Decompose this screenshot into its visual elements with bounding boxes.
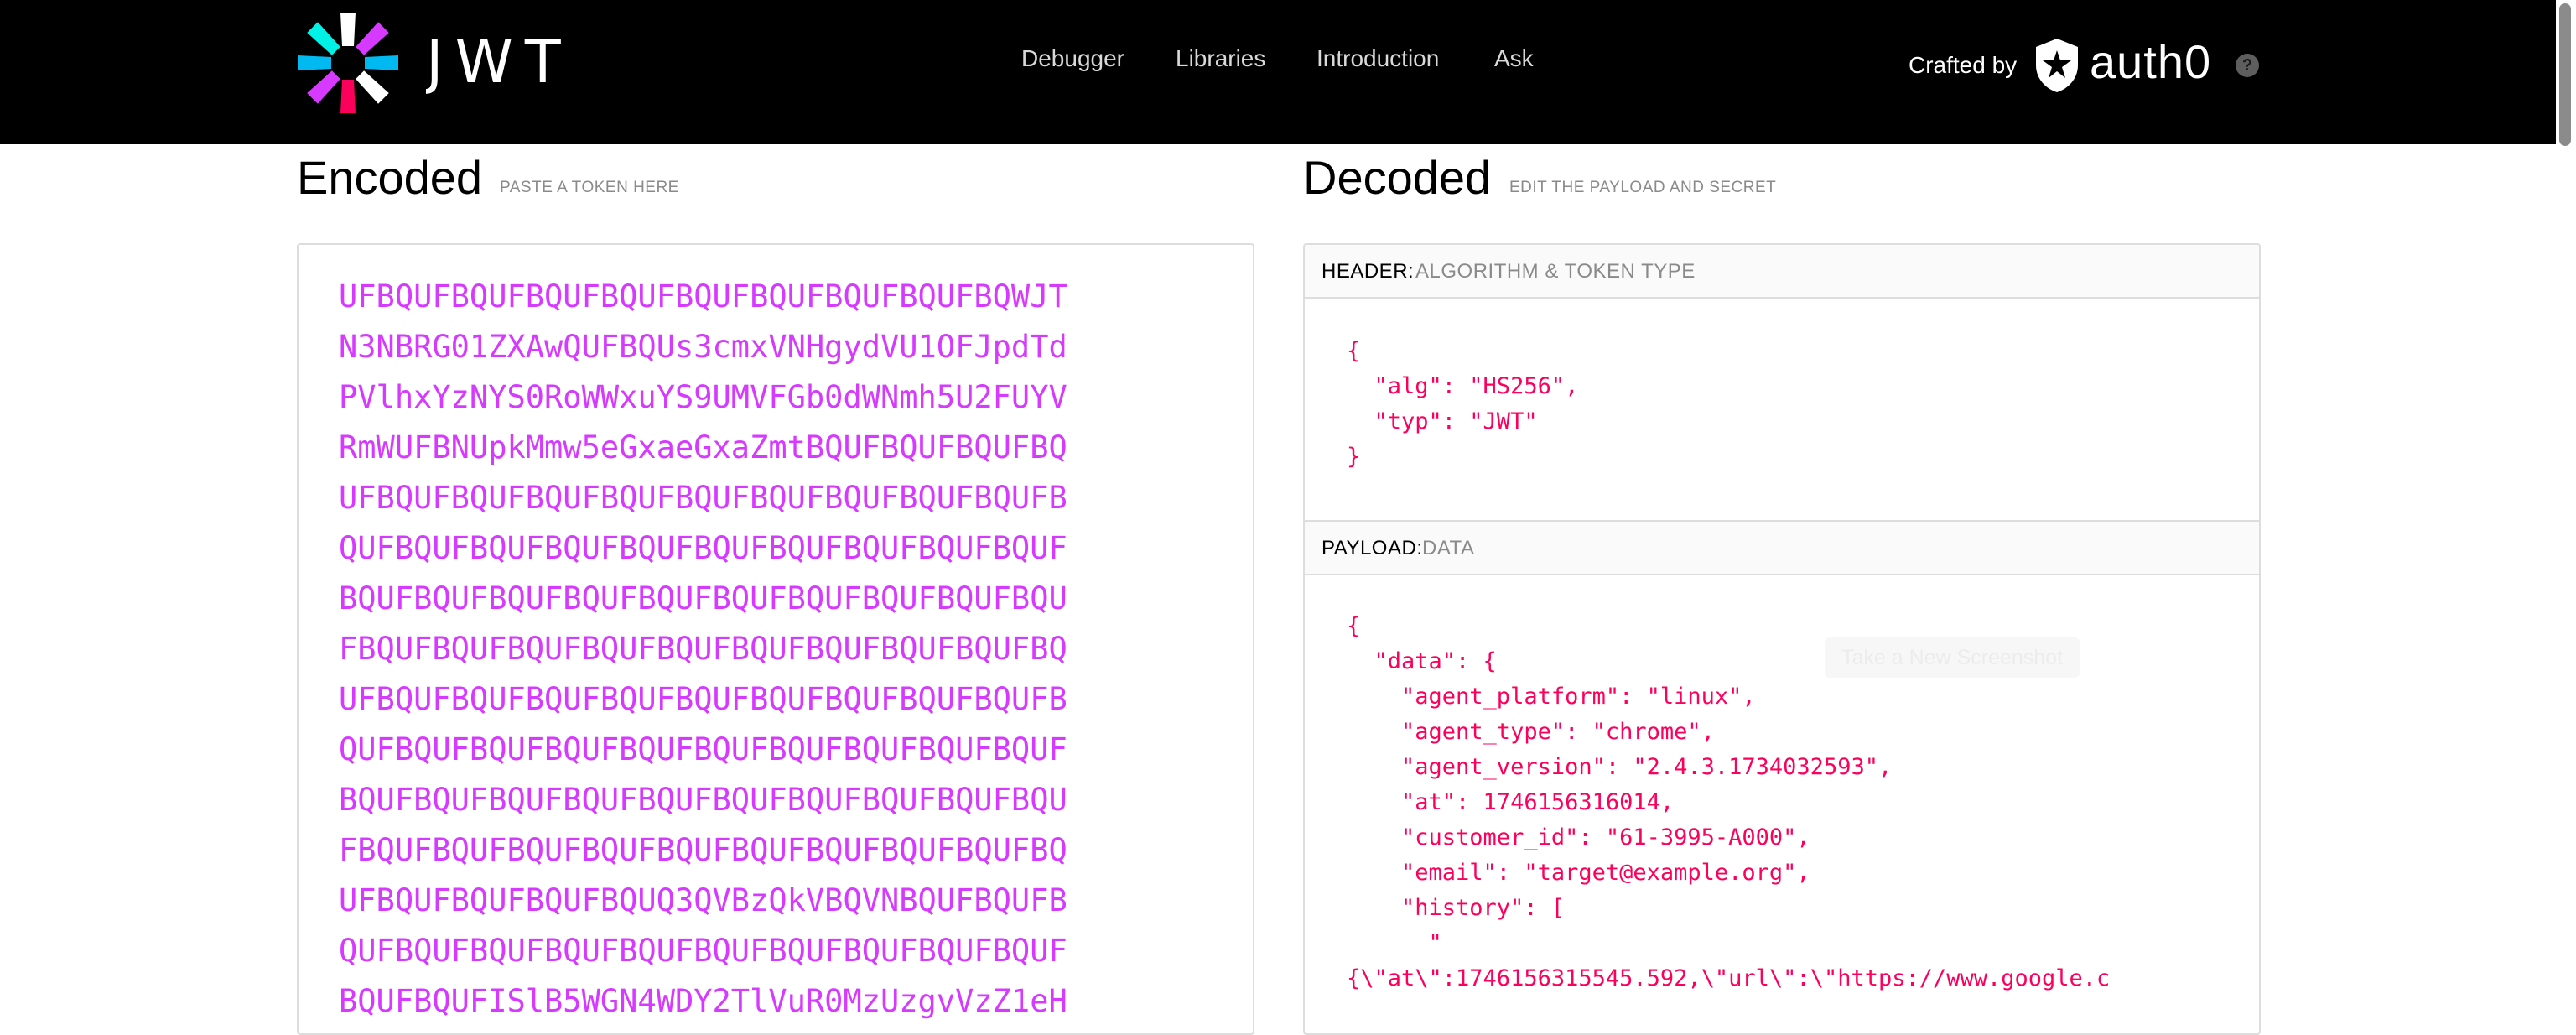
nav-introduction-link[interactable]: Introduction: [1317, 42, 1439, 75]
decoded-subtitle: EDIT THE PAYLOAD AND SECRET: [1509, 179, 1777, 196]
decoded-panel: HEADER: ALGORITHM & TOKEN TYPE { "alg": …: [1303, 243, 2261, 1035]
nav-libraries-link[interactable]: Libraries: [1176, 42, 1265, 75]
payload-description: DATA: [1422, 537, 1475, 559]
encoded-title: Encoded: [297, 151, 483, 204]
token-line: BQUFBQUFISlB5WGN4WDY2TlVuR0MzUzgvVzZ1eH: [339, 983, 1067, 1019]
header-description: ALGORITHM & TOKEN TYPE: [1415, 260, 1696, 283]
payload-json-line: "agent_type": "chrome",: [1347, 719, 1715, 745]
header-json-line: {: [1347, 338, 1361, 364]
payload-json-line: "agent_version": "2.4.3.1734032593",: [1347, 754, 1893, 780]
token-line: PVlhxYzNYS0RoWWxuYS9UMVFGb0dWNmh5U2FUYV: [339, 379, 1067, 415]
auth0-shield-icon[interactable]: [2033, 37, 2081, 94]
take-screenshot-tooltip[interactable]: Take a New Screenshot: [1825, 637, 2080, 678]
header-json-editor[interactable]: { "alg": "HS256", "typ": "JWT" }: [1305, 299, 2259, 520]
decoded-title: Decoded: [1303, 151, 1492, 204]
header-section-heading: HEADER: ALGORITHM & TOKEN TYPE: [1305, 245, 2259, 299]
token-line: QUFBQUFBQUFBQUFBQUFBQUFBQUFBQUFBQUFBQUF: [339, 530, 1067, 566]
token-line: FBQUFBQUFBQUFBQUFBQUFBQUFBQUFBQUFBQUFBQ: [339, 631, 1067, 667]
payload-json-line: {: [1347, 613, 1361, 639]
page-scrollbar[interactable]: [2556, 0, 2576, 1008]
scrollbar-thumb[interactable]: [2559, 3, 2571, 146]
token-line: QUFBQUFBQUFBQUFBQUFBQUFBQUFBQUFBQUFBQUF: [339, 731, 1067, 767]
jwt-logo-icon[interactable]: [295, 10, 401, 116]
help-icon[interactable]: ?: [2236, 54, 2259, 77]
payload-json-line: "history": [: [1347, 895, 1566, 921]
token-line: UFBQUFBQUFBQUFBQUFBQUFBQUFBQUFBQUFBQWJT: [339, 278, 1067, 315]
token-line: FBQUFBQUFBQUFBQUFBQUFBQUFBQUFBQUFBQUFBQ: [339, 832, 1067, 868]
top-navigation-bar: JWT Debugger Libraries Introduction Ask …: [0, 0, 2556, 144]
payload-json-line: {\"at\":1746156315545.592,\"url\":\"http…: [1347, 965, 2111, 991]
token-line: UFBQUFBQUFBQUFBQUFBQUFBQUFBQUFBQUFBQUFB: [339, 681, 1067, 717]
token-line: QUFBQUFBQUFBQUFBQUFBQUFBQUFBQUFBQUFBQUF: [339, 933, 1067, 969]
header-json-line: }: [1347, 444, 1361, 470]
header-json-line: "typ": "JWT": [1347, 408, 1538, 434]
payload-json-line: "customer_id": "61-3995-A000",: [1347, 824, 1810, 850]
auth0-brand-link[interactable]: auth0: [2090, 32, 2211, 92]
payload-section-heading: PAYLOAD: DATA: [1305, 520, 2259, 575]
payload-json-line: "agent_platform": "linux",: [1347, 684, 1756, 710]
payload-json-editor[interactable]: { "data": { "agent_platform": "linux", "…: [1305, 575, 2259, 1033]
nav-debugger-link[interactable]: Debugger: [1021, 42, 1124, 75]
encoded-token-editor[interactable]: UFBQUFBQUFBQUFBQUFBQUFBQUFBQUFBQUFBQWJT …: [297, 243, 1254, 1035]
payload-label: PAYLOAD:: [1322, 537, 1423, 559]
payload-json-line: "at": 1746156316014,: [1347, 789, 1675, 815]
encoded-subtitle: PASTE A TOKEN HERE: [500, 179, 679, 196]
svg-text:JWT: JWT: [426, 30, 573, 94]
header-json-line: "alg": "HS256",: [1347, 373, 1579, 399]
token-line: N3NBRG01ZXAwQUFBQUs3cmxVNHgydVU1OFJpdTd: [339, 329, 1067, 365]
token-line: RmWUFBNUpkMmw5eGxaeGxaZmtBQUFBQUFBQUFBQ: [339, 429, 1067, 465]
token-line: BQUFBQUFBQUFBQUFBQUFBQUFBQUFBQUFBQUFBQU: [339, 782, 1067, 818]
header-label: HEADER:: [1322, 260, 1415, 283]
payload-json-line: "data": {: [1347, 648, 1497, 674]
payload-json-line: ": [1347, 930, 1442, 956]
payload-json-line: "email": "target@example.org",: [1347, 860, 1810, 886]
token-line: UFBQUFBQUFBQUFBQUQ3QVBzQkVBQVNBQUFBQUFB: [339, 882, 1067, 918]
token-line: UFBQUFBQUFBQUFBQUFBQUFBQUFBQUFBQUFBQUFB: [339, 480, 1067, 516]
token-line: BQUFBQUFBQUFBQUFBQUFBQUFBQUFBQUFBQUFBQU: [339, 580, 1067, 616]
jwt-wordmark[interactable]: JWT: [426, 30, 602, 94]
nav-ask-link[interactable]: Ask: [1494, 42, 1534, 75]
crafted-by-label: Crafted by: [1909, 52, 2018, 78]
